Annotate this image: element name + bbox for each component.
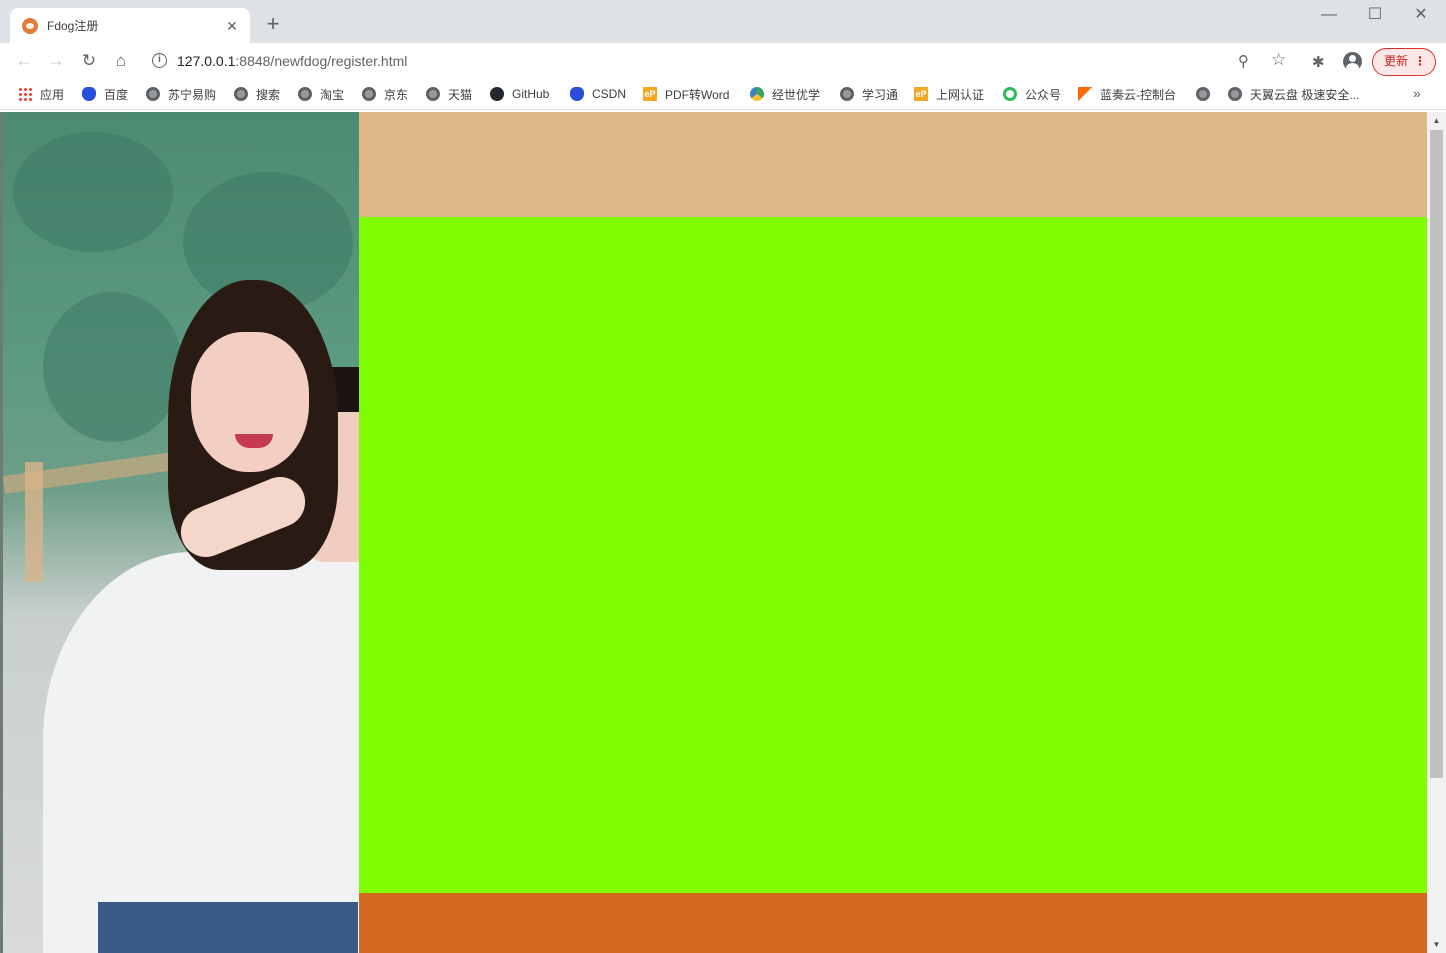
bookmark-wechat-official[interactable]: 公众号 — [1003, 85, 1061, 103]
bookmark-label: 苏宁易购 — [168, 87, 217, 102]
white-shirt — [43, 552, 359, 953]
tab-title: Fdog注册 — [47, 19, 99, 33]
url-host: 127.0.0.1 — [177, 53, 236, 69]
update-label: 更新 — [1384, 54, 1409, 68]
maximize-button[interactable]: ☐ — [1352, 4, 1398, 28]
bookmark-lanzou[interactable]: 蓝奏云-控制台 — [1078, 85, 1176, 103]
menu-dots-icon: ⋮ — [1414, 54, 1426, 68]
bookmark-apps[interactable]: 应用 — [18, 85, 64, 103]
reload-button[interactable]: ↻ — [77, 49, 101, 73]
ep-icon: eP — [643, 87, 657, 101]
wechat-icon — [1003, 87, 1017, 101]
github-icon — [490, 87, 504, 101]
bookmark-label: PDF转Word — [665, 87, 730, 102]
tab-close-icon[interactable]: ✕ — [224, 18, 240, 34]
extensions-icon[interactable]: ✱ — [1312, 53, 1325, 71]
bookmark-label: 百度 — [104, 87, 129, 102]
fdog-favicon-icon — [22, 17, 38, 34]
globe-icon — [426, 87, 440, 101]
jeans — [98, 902, 358, 953]
bookmark-csdn[interactable]: CSDN — [570, 85, 626, 103]
apps-icon — [18, 87, 32, 101]
couple-photo — [3, 112, 359, 953]
globe-icon — [146, 87, 160, 101]
zoom-icon[interactable]: ⚲ — [1238, 52, 1249, 70]
bookmark-label: 京东 — [384, 87, 409, 102]
bookmark-label: GitHub — [512, 87, 550, 101]
bookmark-label: 天翼云盘 极速安全... — [1250, 87, 1360, 102]
vertical-scrollbar[interactable]: ▲ ▼ — [1427, 112, 1446, 953]
baidu-paw-icon — [82, 87, 96, 101]
bookmark-tianyi-cloud[interactable]: 天翼云盘 极速安全... — [1228, 85, 1359, 103]
globe-icon — [1228, 87, 1242, 101]
jingshi-icon — [750, 87, 764, 101]
bookmark-label: 搜索 — [256, 87, 281, 102]
bookmark-tmall[interactable]: 天猫 — [426, 85, 472, 103]
back-button[interactable]: ← — [12, 49, 36, 73]
bookmark-label: 天猫 — [448, 87, 473, 102]
page-main — [359, 217, 1427, 893]
bookmark-pdf-to-word[interactable]: eP PDF转Word — [643, 85, 729, 103]
forward-button[interactable]: → — [44, 49, 68, 73]
bookmark-jingshi[interactable]: 经世优学 — [750, 85, 820, 103]
site-info-icon[interactable]: i — [152, 53, 167, 68]
scroll-up-icon[interactable]: ▲ — [1427, 112, 1446, 129]
bookmarks-bar: 应用 百度 苏宁易购 搜索 淘宝 京东 天猫 GitHub CSDN eP PDF… — [0, 79, 1446, 110]
woman-face — [191, 332, 309, 472]
bookmark-baidu[interactable]: 百度 — [82, 85, 128, 103]
foliage — [43, 292, 183, 442]
globe-icon — [234, 87, 248, 101]
bookmark-unnamed[interactable] — [1196, 85, 1218, 103]
bookmark-jd[interactable]: 京东 — [362, 85, 408, 103]
more-bookmarks-icon[interactable]: » — [1413, 85, 1421, 101]
browser-tab[interactable]: Fdog注册 ✕ — [10, 8, 250, 43]
bookmark-label: 应用 — [40, 87, 65, 102]
new-tab-button[interactable]: + — [262, 13, 284, 36]
bookmark-star-icon[interactable]: ☆ — [1271, 50, 1286, 70]
profile-avatar-icon[interactable] — [1343, 52, 1362, 71]
globe-icon — [362, 87, 376, 101]
bookmark-label: 淘宝 — [320, 87, 345, 102]
minimize-button[interactable]: — — [1306, 4, 1352, 28]
url-text[interactable]: 127.0.0.1:8848/newfdog/register.html — [177, 53, 407, 69]
globe-icon — [840, 87, 854, 101]
update-button[interactable]: 更新 ⋮ — [1372, 48, 1436, 76]
bookmark-net-auth[interactable]: eP 上网认证 — [914, 85, 984, 103]
scroll-down-icon[interactable]: ▼ — [1427, 936, 1446, 953]
foliage — [13, 132, 173, 252]
csdn-paw-icon — [570, 87, 584, 101]
tab-strip: Fdog注册 ✕ + — ☐ ✕ — [0, 0, 1446, 43]
bookmark-github[interactable]: GitHub — [490, 85, 549, 103]
home-button[interactable]: ⌂ — [109, 49, 133, 73]
address-bar[interactable]: i 127.0.0.1:8848/newfdog/register.html ⚲… — [140, 47, 1300, 75]
bookmark-label: 经世优学 — [772, 87, 821, 102]
bookmark-label: 学习通 — [862, 87, 899, 102]
url-path: :8848/newfdog/register.html — [235, 53, 408, 69]
close-window-button[interactable]: ✕ — [1398, 4, 1444, 28]
bookmark-label: 上网认证 — [936, 87, 985, 102]
page-footer — [359, 893, 1427, 953]
page-header — [359, 112, 1427, 217]
bookmark-taobao[interactable]: 淘宝 — [298, 85, 344, 103]
bookmark-suning[interactable]: 苏宁易购 — [146, 85, 216, 103]
globe-icon — [298, 87, 312, 101]
globe-icon — [1196, 87, 1210, 101]
browser-toolbar: ← → ↻ ⌂ i 127.0.0.1:8848/newfdog/registe… — [0, 43, 1446, 79]
bookmark-search[interactable]: 搜索 — [234, 85, 280, 103]
lanzou-icon — [1078, 87, 1092, 101]
bookmark-label: CSDN — [592, 87, 627, 101]
scrollbar-thumb[interactable] — [1430, 130, 1443, 778]
bookmark-label: 蓝奏云-控制台 — [1100, 87, 1176, 102]
fence-post — [25, 462, 43, 582]
page-viewport — [3, 112, 1427, 953]
bookmark-xuexitong[interactable]: 学习通 — [840, 85, 898, 103]
bookmark-label: 公众号 — [1025, 87, 1062, 102]
ep-icon: eP — [914, 87, 928, 101]
